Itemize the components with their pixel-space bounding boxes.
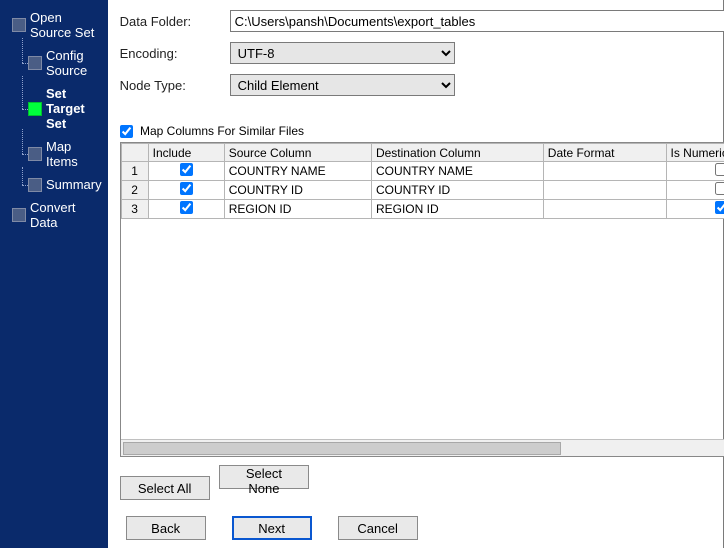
table-row[interactable]: 3 REGION IDREGION ID bbox=[121, 200, 724, 219]
scroll-thumb[interactable] bbox=[123, 442, 561, 455]
row-number: 2 bbox=[121, 181, 148, 200]
is-numeric-checkbox[interactable] bbox=[715, 182, 724, 195]
wizard-step[interactable]: Config Source bbox=[0, 44, 108, 82]
destination-column-cell[interactable]: COUNTRY NAME bbox=[371, 162, 543, 181]
wizard-step-label: Config Source bbox=[46, 48, 102, 78]
row-number: 3 bbox=[121, 200, 148, 219]
col-header-is-numeric[interactable]: Is Numeric bbox=[666, 144, 724, 162]
select-all-button[interactable]: Select All bbox=[120, 476, 210, 500]
step-icon bbox=[28, 147, 42, 161]
columns-table[interactable]: Include Source Column Destination Column… bbox=[121, 143, 724, 219]
encoding-label: Encoding: bbox=[120, 46, 230, 61]
wizard-step-label: Set Target Set bbox=[46, 86, 102, 131]
include-checkbox[interactable] bbox=[180, 201, 193, 214]
grid-horizontal-scrollbar[interactable]: ◀ ▶ bbox=[121, 439, 724, 456]
wizard-step-label: Summary bbox=[46, 177, 102, 192]
source-column-cell[interactable]: REGION ID bbox=[224, 200, 371, 219]
row-number: 1 bbox=[121, 162, 148, 181]
step-icon bbox=[12, 208, 26, 222]
next-button[interactable]: Next bbox=[232, 516, 312, 540]
wizard-sidebar: Open Source Set Config Source Set Target S… bbox=[0, 0, 108, 548]
table-row[interactable]: 1 COUNTRY NAMECOUNTRY NAME bbox=[121, 162, 724, 181]
wizard-step-label: Convert Data bbox=[30, 200, 102, 230]
map-similar-text: Map Columns For Similar Files bbox=[140, 124, 304, 138]
col-header-rownum[interactable] bbox=[121, 144, 148, 162]
data-folder-label: Data Folder: bbox=[120, 14, 230, 29]
data-folder-input[interactable] bbox=[230, 10, 724, 32]
wizard-step-label: Map Items bbox=[46, 139, 102, 169]
step-icon bbox=[12, 18, 26, 32]
node-type-select[interactable]: Child Element bbox=[230, 74, 455, 96]
map-similar-checkbox-label[interactable]: Map Columns For Similar Files bbox=[120, 124, 304, 138]
wizard-step[interactable]: Set Target Set bbox=[0, 82, 108, 135]
node-type-label: Node Type: bbox=[120, 78, 230, 93]
wizard-content: Data Folder: Encoding: UTF-8 Node Type: … bbox=[108, 0, 724, 548]
map-similar-checkbox[interactable] bbox=[120, 125, 133, 138]
destination-column-cell[interactable]: COUNTRY ID bbox=[371, 181, 543, 200]
date-format-cell[interactable] bbox=[543, 200, 666, 219]
step-icon bbox=[28, 178, 42, 192]
wizard-step[interactable]: Map Items bbox=[0, 135, 108, 173]
include-checkbox[interactable] bbox=[180, 182, 193, 195]
wizard-step-label: Open Source Set bbox=[30, 10, 102, 40]
table-row[interactable]: 2 COUNTRY IDCOUNTRY ID bbox=[121, 181, 724, 200]
step-icon bbox=[28, 56, 42, 70]
col-header-include[interactable]: Include bbox=[148, 144, 224, 162]
date-format-cell[interactable] bbox=[543, 181, 666, 200]
include-checkbox[interactable] bbox=[180, 163, 193, 176]
date-format-cell[interactable] bbox=[543, 162, 666, 181]
cancel-button[interactable]: Cancel bbox=[338, 516, 418, 540]
source-column-cell[interactable]: COUNTRY ID bbox=[224, 181, 371, 200]
col-header-destination[interactable]: Destination Column bbox=[371, 144, 543, 162]
columns-grid: Include Source Column Destination Column… bbox=[120, 142, 724, 456]
select-none-button[interactable]: Select None bbox=[219, 465, 309, 489]
col-header-date-format[interactable]: Date Format bbox=[543, 144, 666, 162]
back-button[interactable]: Back bbox=[126, 516, 206, 540]
encoding-select[interactable]: UTF-8 bbox=[230, 42, 455, 64]
is-numeric-checkbox[interactable] bbox=[715, 201, 724, 214]
wizard-step[interactable]: Convert Data bbox=[0, 196, 108, 234]
is-numeric-checkbox[interactable] bbox=[715, 163, 724, 176]
source-column-cell[interactable]: COUNTRY NAME bbox=[224, 162, 371, 181]
wizard-step[interactable]: Summary bbox=[0, 173, 108, 196]
destination-column-cell[interactable]: REGION ID bbox=[371, 200, 543, 219]
step-current-icon bbox=[28, 102, 42, 116]
wizard-step[interactable]: Open Source Set bbox=[0, 6, 108, 44]
col-header-source[interactable]: Source Column bbox=[224, 144, 371, 162]
